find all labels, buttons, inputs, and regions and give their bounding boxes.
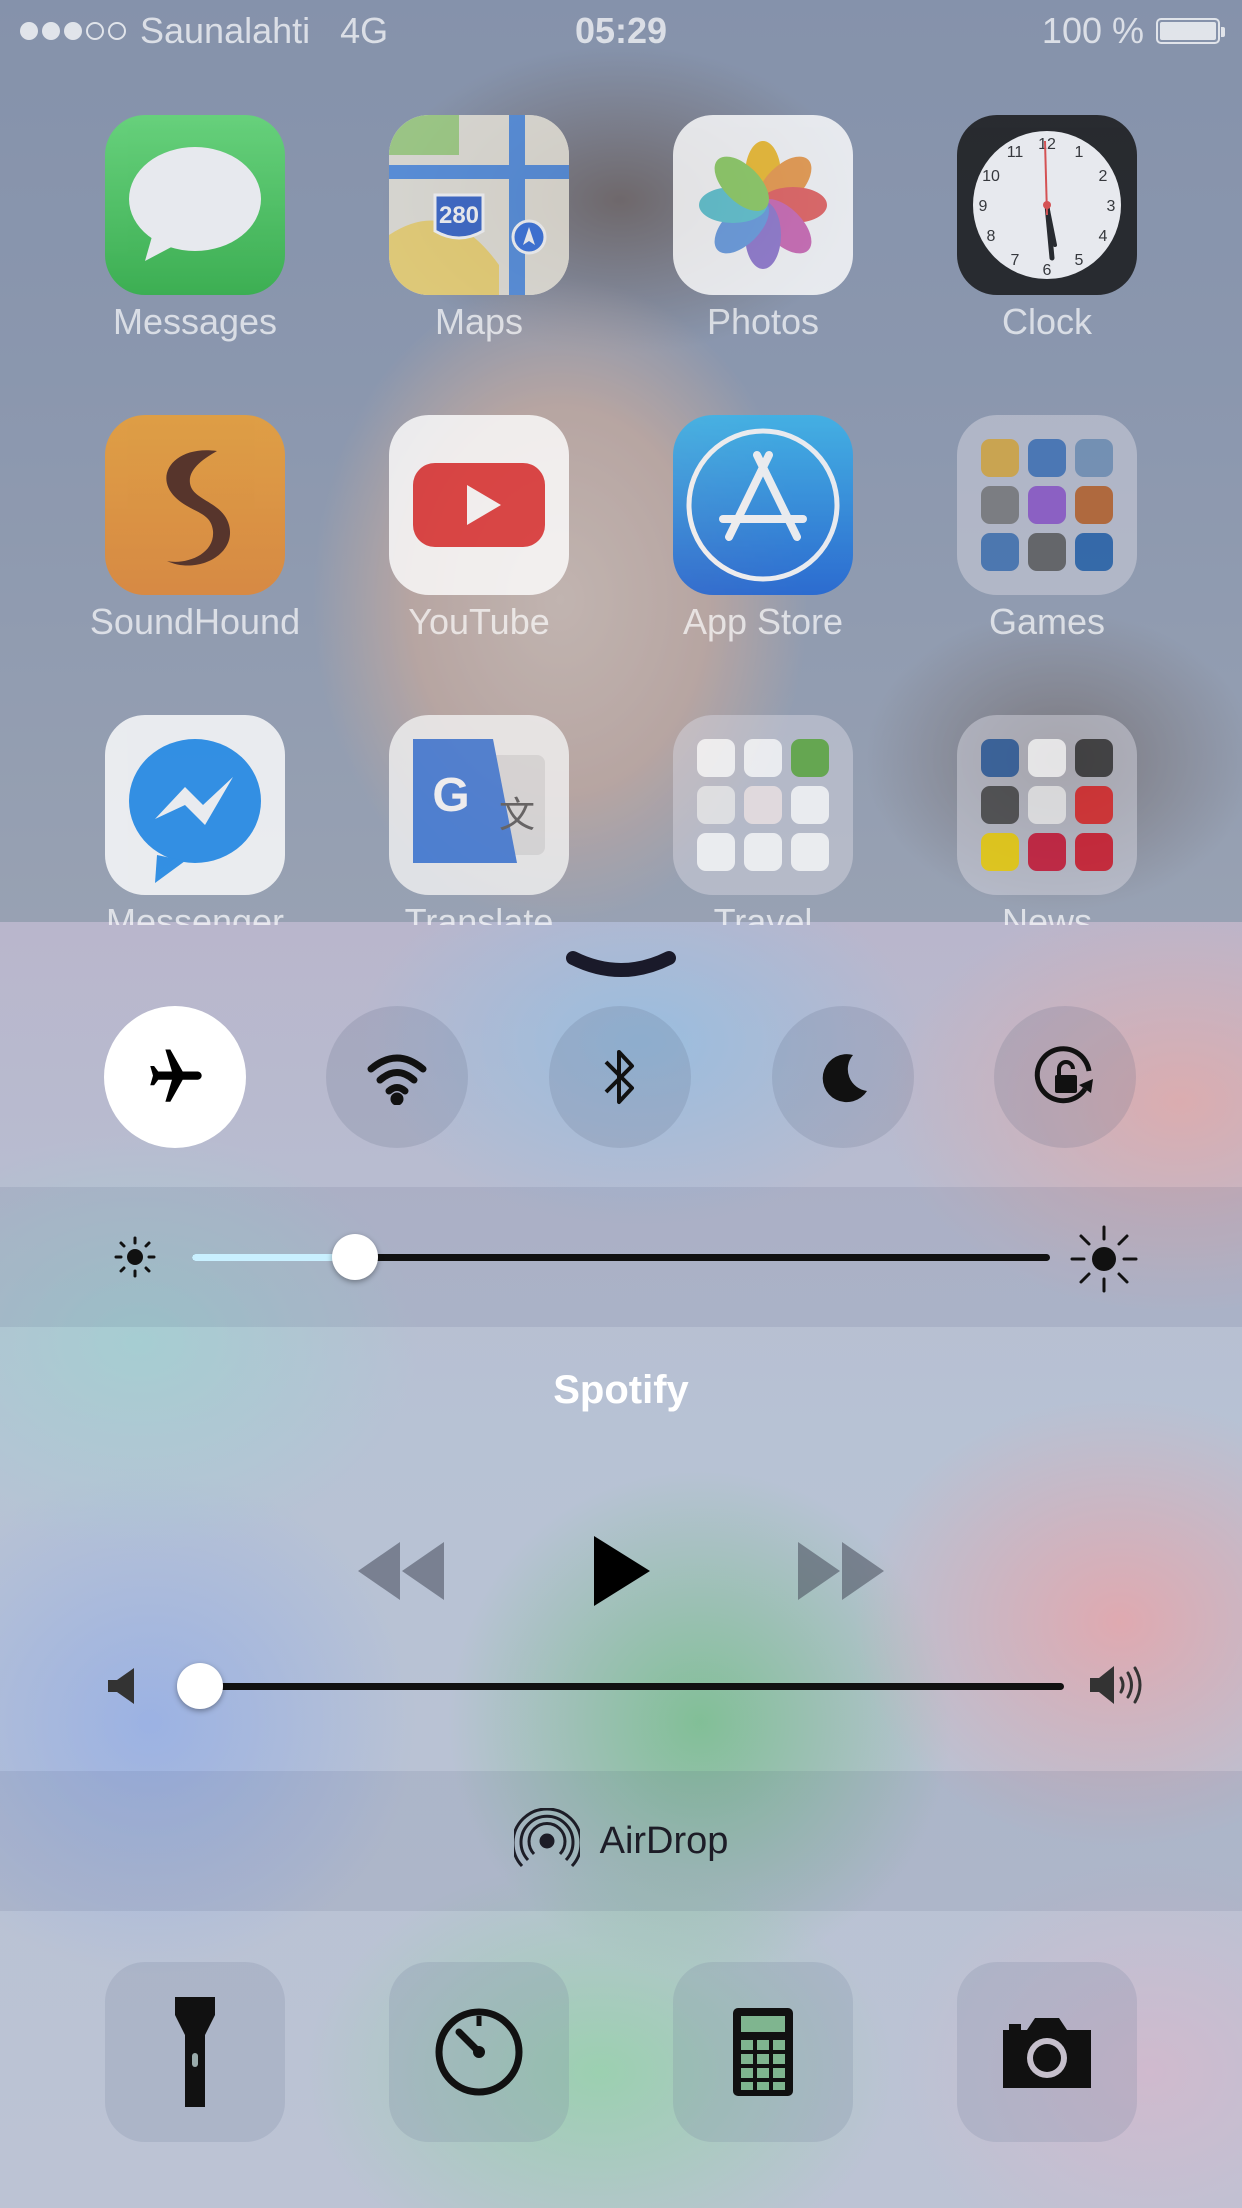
folder-icon [957, 415, 1137, 595]
bluetooth-toggle[interactable] [549, 1006, 691, 1148]
flashlight-button[interactable] [105, 1962, 285, 2142]
app-folder-games[interactable]: Games [905, 415, 1189, 643]
app-youtube[interactable]: YouTube [337, 415, 621, 643]
airdrop-label: AirDrop [599, 1819, 729, 1862]
messages-icon [105, 115, 285, 295]
airplane-icon [150, 1049, 202, 1102]
chevron-down-icon [566, 951, 676, 977]
brightness-low-icon [114, 1236, 156, 1278]
home-screen: Saunalahti 4G 05:29 100 % Messages 280 M… [0, 0, 1242, 925]
svg-text:7: 7 [1011, 252, 1020, 269]
airplane-mode-toggle[interactable] [104, 1006, 246, 1148]
timer-button[interactable] [389, 1962, 569, 2142]
battery-icon [1156, 18, 1225, 44]
app-label: App Store [682, 601, 844, 642]
app-photos[interactable]: Photos [621, 115, 905, 343]
brightness-row [0, 1187, 1242, 1327]
app-maps[interactable]: 280 Maps [337, 115, 621, 343]
svg-text:10: 10 [982, 168, 1000, 185]
app-label: Travel [713, 901, 813, 925]
svg-text:8: 8 [987, 228, 996, 245]
do-not-disturb-toggle[interactable] [772, 1006, 914, 1148]
calculator-button[interactable] [673, 1962, 853, 2142]
app-app-store[interactable]: App Store [621, 415, 905, 643]
timer-icon [435, 2008, 523, 2096]
bluetooth-icon [604, 1050, 634, 1104]
svg-text:1: 1 [1075, 144, 1084, 161]
brightness-fill [192, 1254, 356, 1261]
connectivity-toggles [0, 1006, 1242, 1148]
app-clock[interactable]: 12 1 2 3 45 6 7 8 9 10 11 Clock [905, 115, 1189, 343]
svg-text:3: 3 [1107, 198, 1116, 215]
volume-high-icon [1090, 1666, 1142, 1704]
app-label: YouTube [408, 601, 550, 642]
battery-percent: 100 % [1041, 10, 1144, 51]
brightness-knob[interactable] [332, 1234, 379, 1280]
youtube-icon [389, 415, 569, 595]
app-label: Maps [434, 301, 524, 342]
app-label: Games [988, 601, 1106, 642]
map-route-badge: 280 [439, 202, 479, 229]
app-label: Messages [112, 301, 278, 342]
dismiss-handle[interactable] [565, 948, 677, 988]
svg-text:12: 12 [1038, 136, 1056, 153]
wifi-toggle[interactable] [326, 1006, 468, 1148]
photos-icon [673, 115, 853, 295]
svg-text:2: 2 [1099, 168, 1108, 185]
app-label: Photos [706, 301, 820, 342]
airdrop-icon [513, 1808, 580, 1868]
svg-text:4: 4 [1099, 228, 1108, 245]
volume-knob[interactable] [177, 1663, 223, 1709]
volume-low-icon [108, 1668, 134, 1704]
wifi-icon [367, 1054, 427, 1105]
app-label: Clock [1001, 301, 1093, 342]
previous-track-button[interactable] [358, 1542, 446, 1600]
svg-text:5: 5 [1075, 252, 1084, 269]
app-label: News [1001, 901, 1093, 925]
app-folder-news[interactable]: News [905, 715, 1189, 925]
app-messenger[interactable]: Messenger [53, 715, 337, 925]
camera-icon [1003, 2018, 1091, 2088]
clock-icon: 12 1 2 3 45 6 7 8 9 10 11 [957, 115, 1137, 295]
app-soundhound[interactable]: SoundHound [53, 415, 337, 643]
status-bar: Saunalahti 4G 05:29 100 % [0, 0, 1242, 60]
svg-text:G: G [432, 769, 469, 822]
camera-button[interactable] [957, 1962, 1137, 2142]
next-track-button[interactable] [798, 1542, 886, 1600]
svg-text:6: 6 [1043, 262, 1052, 279]
app-folder-travel[interactable]: Travel [621, 715, 905, 925]
translate-icon: G文 [389, 715, 569, 895]
control-center: Spotify AirDrop [0, 922, 1242, 2208]
app-label: Translate [404, 901, 554, 925]
app-label: Messenger [105, 901, 285, 925]
airdrop-row[interactable]: AirDrop [0, 1771, 1242, 1911]
app-label: SoundHound [89, 601, 301, 642]
now-playing-app[interactable]: Spotify [0, 1368, 1242, 1413]
flashlight-icon [175, 1997, 215, 2107]
brightness-high-icon [1070, 1225, 1138, 1293]
svg-text:9: 9 [979, 198, 988, 215]
soundhound-icon [105, 415, 285, 595]
app-translate[interactable]: G文 Translate [337, 715, 621, 925]
app-store-icon [673, 415, 853, 595]
maps-icon: 280 [389, 115, 569, 295]
calculator-icon [733, 2008, 793, 2096]
play-button[interactable] [592, 1536, 652, 1606]
messenger-icon [105, 715, 285, 895]
app-messages[interactable]: Messages [53, 115, 337, 343]
volume-slider[interactable] [200, 1683, 1064, 1690]
svg-text:11: 11 [1007, 144, 1024, 161]
folder-icon [957, 715, 1137, 895]
moon-icon [822, 1054, 867, 1103]
folder-icon [673, 715, 853, 895]
rotation-lock-toggle[interactable] [994, 1006, 1136, 1148]
rotation-lock-icon [1034, 1046, 1093, 1104]
svg-text:文: 文 [499, 795, 535, 836]
